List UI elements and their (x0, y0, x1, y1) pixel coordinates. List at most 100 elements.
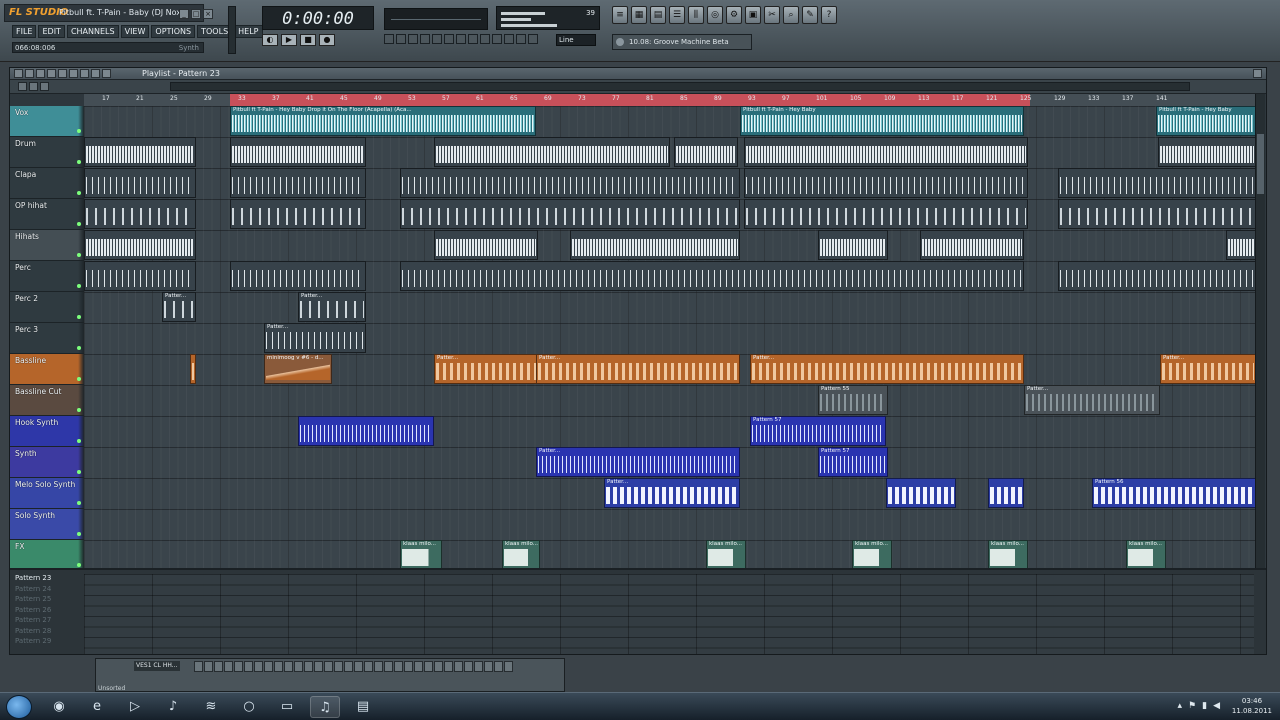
pattern-clip[interactable]: Pattern 57 (818, 447, 888, 477)
disc-icon[interactable]: ○ (234, 696, 264, 718)
step-button[interactable] (504, 661, 513, 672)
track-active-led[interactable] (77, 470, 81, 474)
option-button[interactable] (384, 34, 394, 44)
step-button[interactable] (314, 661, 323, 672)
step-sequencer-icon[interactable]: ▦ (631, 6, 647, 24)
view-button[interactable] (40, 82, 49, 91)
option-button[interactable] (528, 34, 538, 44)
pattern-clip[interactable]: Patter... (1024, 385, 1160, 415)
track-active-led[interactable] (77, 222, 81, 226)
track-active-led[interactable] (77, 284, 81, 288)
step-button[interactable] (204, 661, 213, 672)
pattern-item[interactable]: Pattern 26 (15, 606, 51, 614)
step-button[interactable] (344, 661, 353, 672)
close-icon[interactable]: × (203, 9, 213, 19)
record-button[interactable]: ● (319, 34, 335, 46)
app-icon[interactable]: ≋ (196, 696, 226, 718)
track-bassline[interactable]: Bassline (10, 354, 84, 385)
slice-tool-icon[interactable] (69, 69, 78, 78)
pattern-song-switch[interactable]: ◐ (262, 34, 278, 46)
track-hook-synth[interactable]: Hook Synth (10, 416, 84, 447)
step-button[interactable] (354, 661, 363, 672)
pattern-clip[interactable]: Pitbull ft T-Pain - Hey Baby (740, 106, 1024, 136)
track-active-led[interactable] (77, 129, 81, 133)
fl-studio-taskbar-icon[interactable]: ♫ (310, 696, 340, 718)
pattern-clip[interactable]: klaas milo... (988, 540, 1028, 568)
volume-icon[interactable]: ◀ (1213, 701, 1220, 711)
play-button[interactable]: ▶ (281, 34, 297, 46)
track-active-led[interactable] (77, 501, 81, 505)
tray-arrow-icon[interactable]: ▴ (1178, 701, 1183, 711)
save-icon[interactable]: ▣ (745, 6, 761, 24)
timeline-ruler[interactable]: 17 21 25 29 33 37 41 45 49 53 57 61 65 69 73 77 81 85 89 93… (84, 94, 1256, 106)
channel-filter[interactable]: Unsorted (98, 685, 125, 692)
menu-options[interactable]: OPTIONS (151, 25, 196, 38)
step-button[interactable] (424, 661, 433, 672)
paint-tool-icon[interactable] (25, 69, 34, 78)
start-button[interactable] (6, 695, 32, 719)
pattern-clip[interactable]: Pattern 57 (750, 416, 886, 446)
track-hihats[interactable]: Hihats (10, 230, 84, 261)
step-button[interactable] (374, 661, 383, 672)
select-tool-icon[interactable] (80, 69, 89, 78)
pattern-clip[interactable]: Patter... (1160, 354, 1256, 384)
maximize-icon[interactable]: □ (191, 9, 201, 19)
pattern-clip[interactable] (674, 137, 738, 167)
pattern-grid[interactable] (84, 574, 1254, 654)
step-button[interactable] (304, 661, 313, 672)
step-button[interactable] (414, 661, 423, 672)
pattern-clip[interactable]: klaas milo... (1126, 540, 1166, 568)
step-button[interactable] (404, 661, 413, 672)
menu-view[interactable]: VIEW (120, 25, 150, 38)
step-button[interactable] (264, 661, 273, 672)
option-button[interactable] (492, 34, 502, 44)
track-op-hihat[interactable]: OP hihat (10, 199, 84, 230)
menu-edit[interactable]: EDIT (38, 25, 65, 38)
pattern-clip[interactable]: klaas milo... (852, 540, 892, 568)
track-perc-2[interactable]: Perc 2 (10, 292, 84, 323)
step-button[interactable] (474, 661, 483, 672)
pattern-clip[interactable] (230, 137, 366, 167)
minimize-icon[interactable]: _ (179, 9, 189, 19)
pattern-clip[interactable] (84, 168, 196, 198)
pattern-clip[interactable]: Pattern 56 (1092, 478, 1256, 508)
option-button[interactable] (504, 34, 514, 44)
playlist-icon[interactable]: ≡ (612, 6, 628, 24)
pattern-clip[interactable]: Pitbull ft T-Pain - Hey Baby (1156, 106, 1256, 136)
track-vox[interactable]: Vox (10, 106, 84, 137)
pattern-clip[interactable] (1058, 261, 1256, 291)
pattern-clip[interactable] (1226, 230, 1256, 260)
help-icon[interactable]: ? (821, 6, 837, 24)
track-drum[interactable]: Drum (10, 137, 84, 168)
search-icon[interactable]: ⌕ (783, 6, 799, 24)
pattern-clip[interactable] (400, 168, 740, 198)
pattern-item[interactable]: Pattern 27 (15, 616, 51, 624)
pattern-item[interactable]: Pattern 29 (15, 637, 51, 645)
close-icon[interactable] (1253, 69, 1262, 78)
channel-name[interactable]: VES1 CL HH... (134, 661, 180, 671)
scroll-thumb[interactable] (1257, 134, 1264, 194)
track-melo-solo-synth[interactable]: Melo Solo Synth (10, 478, 84, 509)
step-button[interactable] (284, 661, 293, 672)
pattern-clip[interactable]: klaas milo... (502, 540, 540, 568)
flag-icon[interactable]: ⚑ (1188, 701, 1196, 711)
track-active-led[interactable] (77, 253, 81, 257)
option-button[interactable] (432, 34, 442, 44)
pattern-clip[interactable] (400, 261, 1024, 291)
pattern-clip[interactable] (818, 230, 888, 260)
pattern-clip[interactable] (744, 168, 1028, 198)
piano-roll-icon[interactable]: ▤ (650, 6, 666, 24)
pattern-clip[interactable] (84, 261, 196, 291)
step-button[interactable] (454, 661, 463, 672)
track-active-led[interactable] (77, 563, 81, 567)
pattern-clip[interactable] (920, 230, 1024, 260)
pattern-clip[interactable] (298, 416, 434, 446)
menu-tools[interactable]: TOOLS (197, 25, 233, 38)
step-button[interactable] (334, 661, 343, 672)
pattern-clip[interactable]: Pitbull ft T-Pain - Hey Baby Drop it On … (230, 106, 536, 136)
step-button[interactable] (294, 661, 303, 672)
slip-tool-icon[interactable] (58, 69, 67, 78)
track-active-led[interactable] (77, 160, 81, 164)
pattern-clip[interactable]: Patter... (434, 354, 538, 384)
pattern-clip[interactable] (744, 199, 1028, 229)
